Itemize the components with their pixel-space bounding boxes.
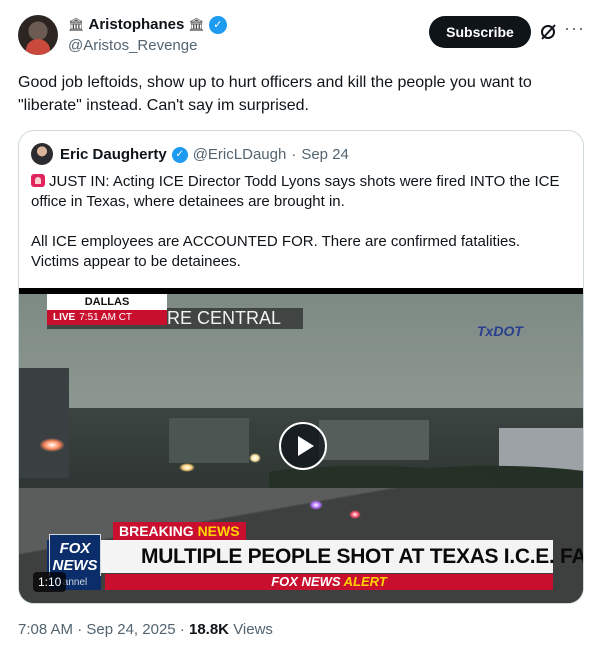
tweet-date[interactable]: Sep 24, 2025 [86,621,175,638]
breaking-prefix: BREAKING [119,523,198,539]
alert-word: ALERT [343,574,387,589]
location-label: DALLAS [47,294,167,310]
author-avatar[interactable] [18,15,58,55]
more-dots-icon[interactable]: ··· [564,18,585,38]
quote-author-handle[interactable]: @EricLDaugh [193,145,287,165]
quote-author-name[interactable]: Eric Daugherty [60,145,167,165]
verified-badge-icon: ✓ [171,147,188,163]
subscribe-button[interactable]: Subscribe [429,16,531,48]
video-duration: 1:10 [33,572,67,592]
breaking-news-label: BREAKING NEWS [113,522,246,540]
tweet-meta: 7:08 AM · Sep 24, 2025 · 18.8K Views [18,620,273,640]
grok-slash-icon[interactable] [539,22,557,42]
live-bar: LIVE 7:51 AM CT [47,310,167,325]
separator-dot: · [77,621,83,638]
live-time: 7:51 AM CT [79,312,133,323]
quote-text: JUST IN: Acting ICE Director Todd Lyons … [31,172,571,272]
emergency-light [249,453,261,463]
fox-logo-line1: FOX [59,540,91,557]
fox-news-alert-bar: FOX NEWS ALERT [105,574,553,590]
tweet: 🏛 Aristophanes 🏛 ✓ @Aristos_Revenge Subs… [0,0,601,651]
author-name-row[interactable]: 🏛 Aristophanes 🏛 ✓ [68,15,227,35]
live-label: LIVE [53,312,76,323]
quote-paragraph-1: JUST IN: Acting ICE Director Todd Lyons … [31,172,571,212]
verified-badge-icon[interactable]: ✓ [208,16,227,34]
classical-building-icon: 🏛 [68,17,85,32]
breaking-word: NEWS [197,523,240,539]
quote-paragraph-1-text: JUST IN: Acting ICE Director Todd Lyons … [31,173,560,210]
quote-paragraph-2: All ICE employees are ACCOUNTED FOR. The… [31,233,521,270]
views-label: Views [233,621,273,638]
emergency-light [39,438,65,452]
play-button[interactable] [279,422,327,470]
quote-author-row[interactable]: Eric Daugherty ✓ @EricLDaugh · Sep 24 [60,145,349,165]
video-building [169,418,249,463]
video-player[interactable]: RE CENTRAL DALLAS LIVE 7:51 AM CT TxDOT B… [19,288,583,603]
tweet-time[interactable]: 7:08 AM [18,621,73,638]
video-building [19,368,69,478]
author-name[interactable]: Aristophanes [89,15,185,35]
quote-date[interactable]: Sep 24 [301,145,349,165]
police-light-icon [31,174,45,187]
headline-text: MULTIPLE PEOPLE SHOT AT TEXAS I.C.E. FAC… [141,545,584,568]
views-count[interactable]: 18.8K [189,621,229,638]
separator-dot: · [179,621,185,638]
alert-prefix: FOX NEWS [271,574,344,589]
headline-bar: MULTIPLE PEOPLE SHOT AT TEXAS I.C.E. FAC… [47,540,583,573]
classical-building-icon: 🏛 [188,17,205,32]
tweet-text: Good job leftoids, show up to hurt offic… [18,74,532,114]
separator-dot: · [291,146,297,163]
quoted-tweet[interactable]: Eric Daugherty ✓ @EricLDaugh · Sep 24 JU… [18,130,584,604]
emergency-light [179,463,195,472]
emergency-light [309,500,323,510]
emergency-light [349,510,361,519]
author-handle[interactable]: @Aristos_Revenge [68,36,197,56]
quote-author-avatar[interactable] [31,143,53,165]
txdot-logo: TxDOT [477,323,523,339]
